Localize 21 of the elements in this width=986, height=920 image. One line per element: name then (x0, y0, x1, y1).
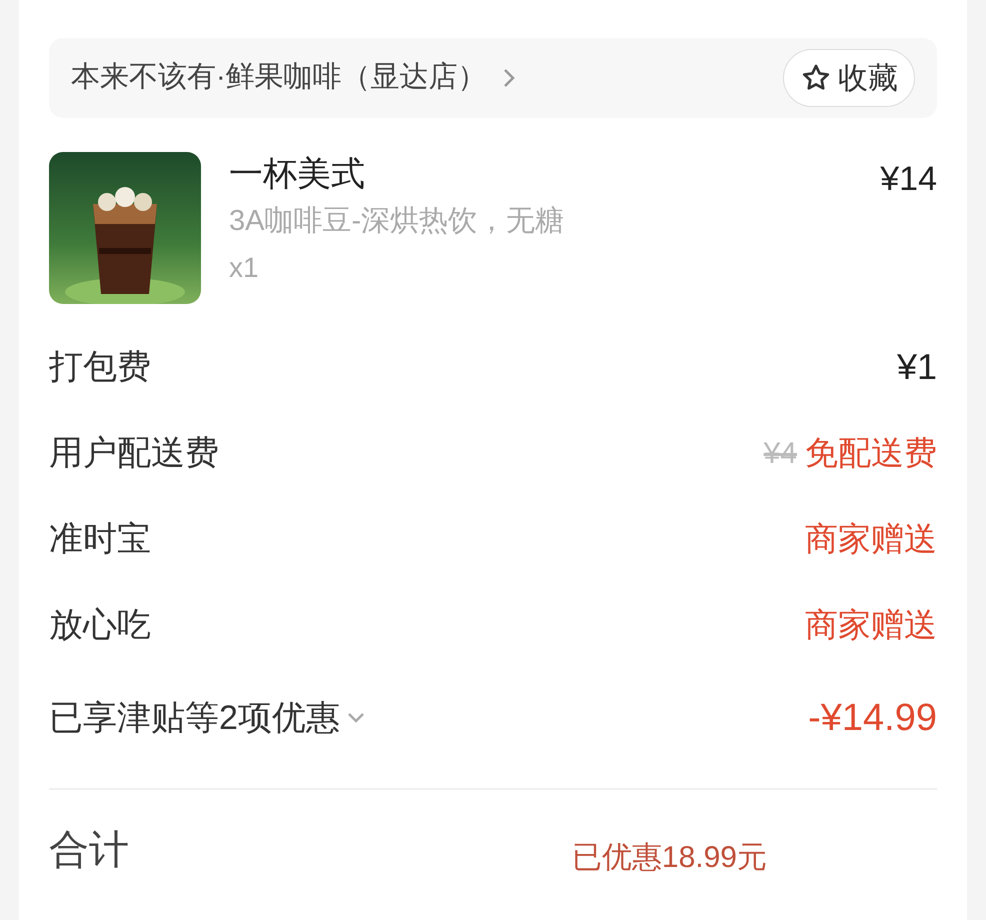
item-spec: 3A咖啡豆-深烘热饮，无糖 (229, 204, 566, 239)
fee-value: 免配送费 (805, 433, 937, 474)
total-label: 合计 (49, 827, 129, 874)
original-price: ¥4 (764, 436, 797, 472)
fee-label: 准时宝 (49, 518, 151, 560)
favorite-button[interactable]: 收藏 (783, 49, 915, 107)
fee-value: ¥1 (896, 345, 937, 389)
chevron-down-icon (346, 711, 366, 725)
shop-name: 本来不该有·鲜果咖啡（显达店） (71, 60, 487, 96)
fee-value: 商家赠送 (805, 605, 937, 646)
discount-label: 已享津贴等2项优惠 (49, 698, 340, 738)
fee-label: 用户配送费 (49, 432, 219, 474)
fee-label: 打包费 (49, 346, 151, 388)
item-price: ¥14 (880, 159, 937, 200)
saved-amount: 已优惠18.99元 (572, 840, 767, 876)
discount-amount: -¥14.99 (808, 696, 937, 740)
item-name: 一杯美式 (229, 154, 366, 195)
fee-value: 商家赠送 (805, 519, 937, 560)
shop-bar[interactable]: 本来不该有·鲜果咖啡（显达店） 收藏 (49, 38, 937, 118)
item-quantity: x1 (229, 251, 260, 285)
fee-label: 放心吃 (49, 604, 151, 646)
